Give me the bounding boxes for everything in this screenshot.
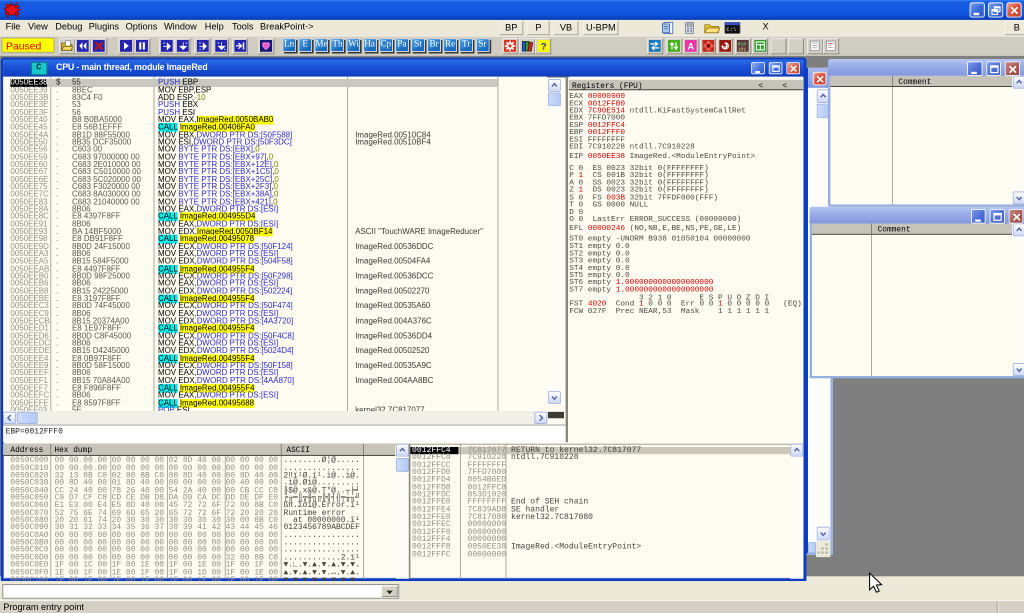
svg-text:C:\: C:\: [726, 26, 737, 33]
svg-text:?: ?: [540, 41, 546, 51]
svg-text:A: A: [688, 41, 695, 51]
svg-text:101: 101: [738, 47, 747, 52]
svg-text:010: 010: [738, 42, 747, 48]
